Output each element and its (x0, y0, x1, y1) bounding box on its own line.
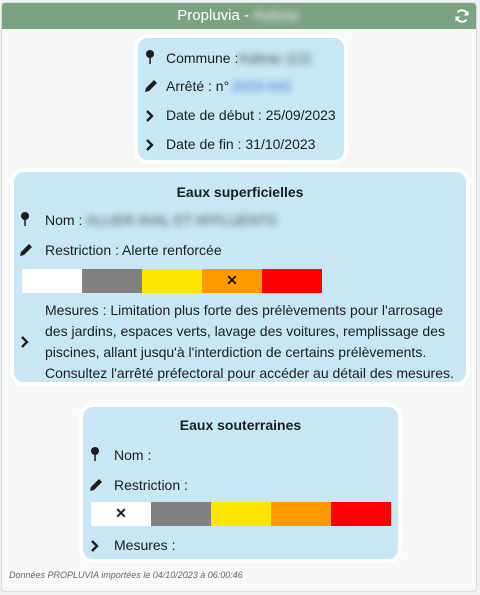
mesures-label: Mesures : (114, 537, 176, 553)
card-title: Eaux souterraines (179, 417, 302, 433)
card-title: Eaux superficielles (176, 184, 304, 200)
panel-title-place: Aubrac (253, 7, 301, 24)
pencil-icon (145, 80, 157, 92)
arrete-link[interactable]: 2023-542 (232, 76, 291, 96)
eaux-superficielles-card: Eaux superficielles Nom : ALLIER AVAL ET… (10, 168, 470, 386)
map-pin-icon (91, 447, 99, 461)
restriction-text: Restriction : (114, 477, 188, 493)
import-footnote: Données PROPLUVIA importées le 04/10/202… (9, 570, 243, 580)
date-fin: Date de fin : 31/10/2023 (166, 136, 316, 152)
arrete-label: Arrêté : n° (166, 78, 230, 94)
commune-row: Commune : Aubrac (12) (138, 48, 344, 68)
panel-title: Propluvia - (177, 7, 254, 24)
restriction-row: Restriction : (83, 475, 398, 495)
mesures-text: Mesures : Limitation plus forte des prél… (45, 300, 454, 384)
refresh-icon[interactable] (454, 8, 470, 24)
date-fin-row: Date de fin : 31/10/2023 (138, 134, 344, 154)
restriction-text: Restriction : Alerte renforcée (45, 242, 222, 258)
mesures-row: Mesures : (83, 535, 398, 555)
level-alerte-renforcee: ✕ (202, 269, 262, 293)
commune-value: Aubrac (12) (238, 50, 312, 66)
mesures-line: piscines, allant jusqu'à l'interdiction … (45, 344, 427, 360)
level-alerte (142, 269, 202, 293)
level-aucune (22, 269, 82, 293)
chevron-right-icon (146, 139, 154, 151)
propluvia-panel: Propluvia - Aubrac Commune : Aubrac (12)… (1, 2, 477, 592)
pencil-icon (20, 244, 32, 256)
mesures-line: Mesures : Limitation plus forte des prél… (45, 302, 443, 318)
level-alerte (211, 502, 271, 526)
nom-row: Nom : ALLIER AVAL ET AFFLUENTS (14, 210, 466, 230)
level-vigilance (151, 502, 211, 526)
level-aucune: ✕ (91, 502, 151, 526)
map-pin-icon (146, 50, 154, 64)
date-debut: Date de début : 25/09/2023 (166, 107, 336, 123)
pencil-icon (90, 479, 102, 491)
level-crise (262, 269, 322, 293)
nom-label: Nom : (45, 212, 83, 228)
restriction-level-bar: ✕ (91, 502, 391, 526)
panel-titlebar: Propluvia - Aubrac (2, 3, 476, 29)
chevron-right-icon (146, 110, 154, 122)
mesures-line: des jardins, espaces verts, lavage des v… (45, 323, 445, 339)
mesures-line: Consultez l'arrêté préfectoral pour accé… (45, 365, 454, 381)
restriction-row: Restriction : Alerte renforcée (14, 240, 466, 260)
commune-label: Commune : (166, 50, 239, 66)
level-alerte-renforcee (271, 502, 331, 526)
current-level-marker: ✕ (115, 505, 127, 521)
level-crise (331, 502, 391, 526)
commune-card: Commune : Aubrac (12) Arrêté : n° 2023-5… (134, 34, 348, 164)
current-level-marker: ✕ (226, 272, 238, 288)
eaux-souterraines-card: Eaux souterraines Nom : Restriction : ✕ (79, 403, 402, 563)
nom-row: Nom : (83, 445, 398, 465)
level-vigilance (82, 269, 142, 293)
arrete-row: Arrêté : n° 2023-542 (138, 76, 344, 96)
map-pin-icon (21, 212, 29, 226)
chevron-right-icon (21, 336, 29, 348)
nom-value: ALLIER AVAL ET AFFLUENTS (86, 212, 277, 228)
chevron-right-icon (91, 540, 99, 552)
nom-label: Nom : (114, 447, 152, 463)
date-debut-row: Date de début : 25/09/2023 (138, 105, 344, 125)
restriction-level-bar: ✕ (22, 269, 322, 293)
